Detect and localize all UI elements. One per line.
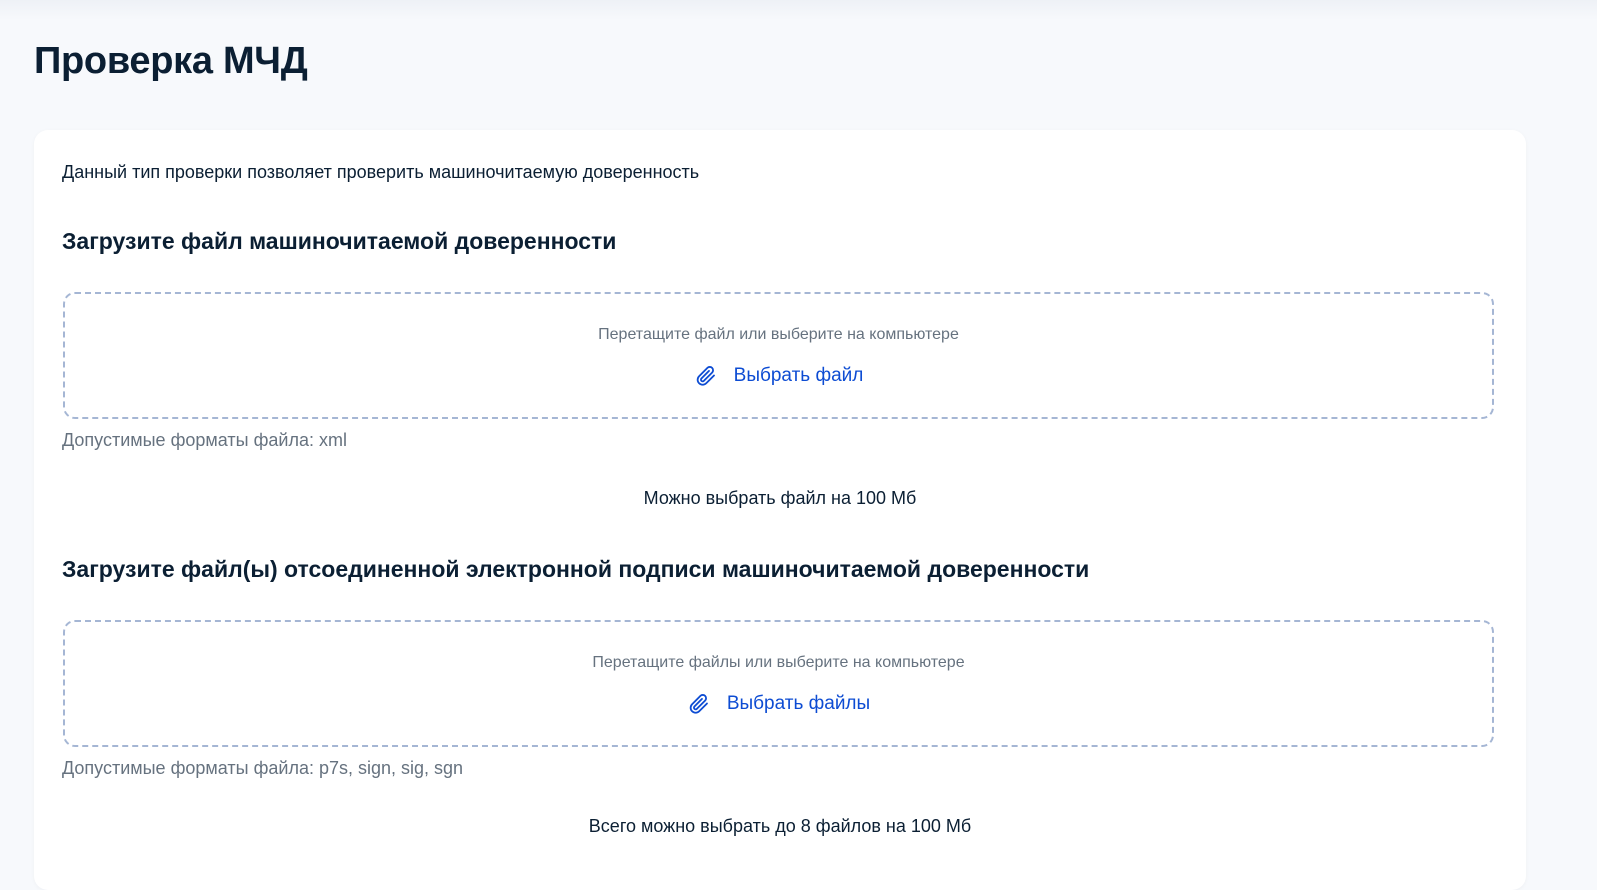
upload-card: Данный тип проверки позволяет проверить …	[34, 130, 1526, 890]
choose-files-label: Выбрать файлы	[726, 693, 871, 714]
page-title: Проверка МЧД	[34, 40, 308, 82]
paperclip-icon	[687, 692, 711, 716]
paperclip-icon	[694, 364, 718, 388]
allowed-formats-mchd: Допустимые форматы файла: xml	[62, 430, 347, 450]
section-title-mchd-file: Загрузите файл машиночитаемой довереннос…	[62, 228, 617, 254]
choose-file-button[interactable]: Выбрать файл	[65, 364, 1492, 388]
dropzone-hint: Перетащите файлы или выберите на компьют…	[592, 654, 965, 671]
choose-files-button[interactable]: Выбрать файлы	[65, 692, 1492, 716]
size-limit-signature: Всего можно выбрать до 8 файлов на 100 М…	[588, 816, 972, 836]
choose-file-label: Выбрать файл	[733, 365, 864, 386]
allowed-formats-signature: Допустимые форматы файла: p7s, sign, sig…	[62, 758, 464, 778]
top-bar-shadow	[0, 0, 1597, 20]
size-limit-mchd: Можно выбрать файл на 100 Мб	[643, 488, 917, 508]
dropzone-hint: Перетащите файл или выберите на компьюте…	[598, 326, 959, 343]
intro-text: Данный тип проверки позволяет проверить …	[62, 162, 700, 182]
dropzone-signature-files[interactable]: Перетащите файлы или выберите на компьют…	[63, 620, 1494, 747]
section-title-signature-files: Загрузите файл(ы) отсоединенной электрон…	[62, 556, 1090, 582]
dropzone-mchd-file[interactable]: Перетащите файл или выберите на компьюте…	[63, 292, 1494, 419]
